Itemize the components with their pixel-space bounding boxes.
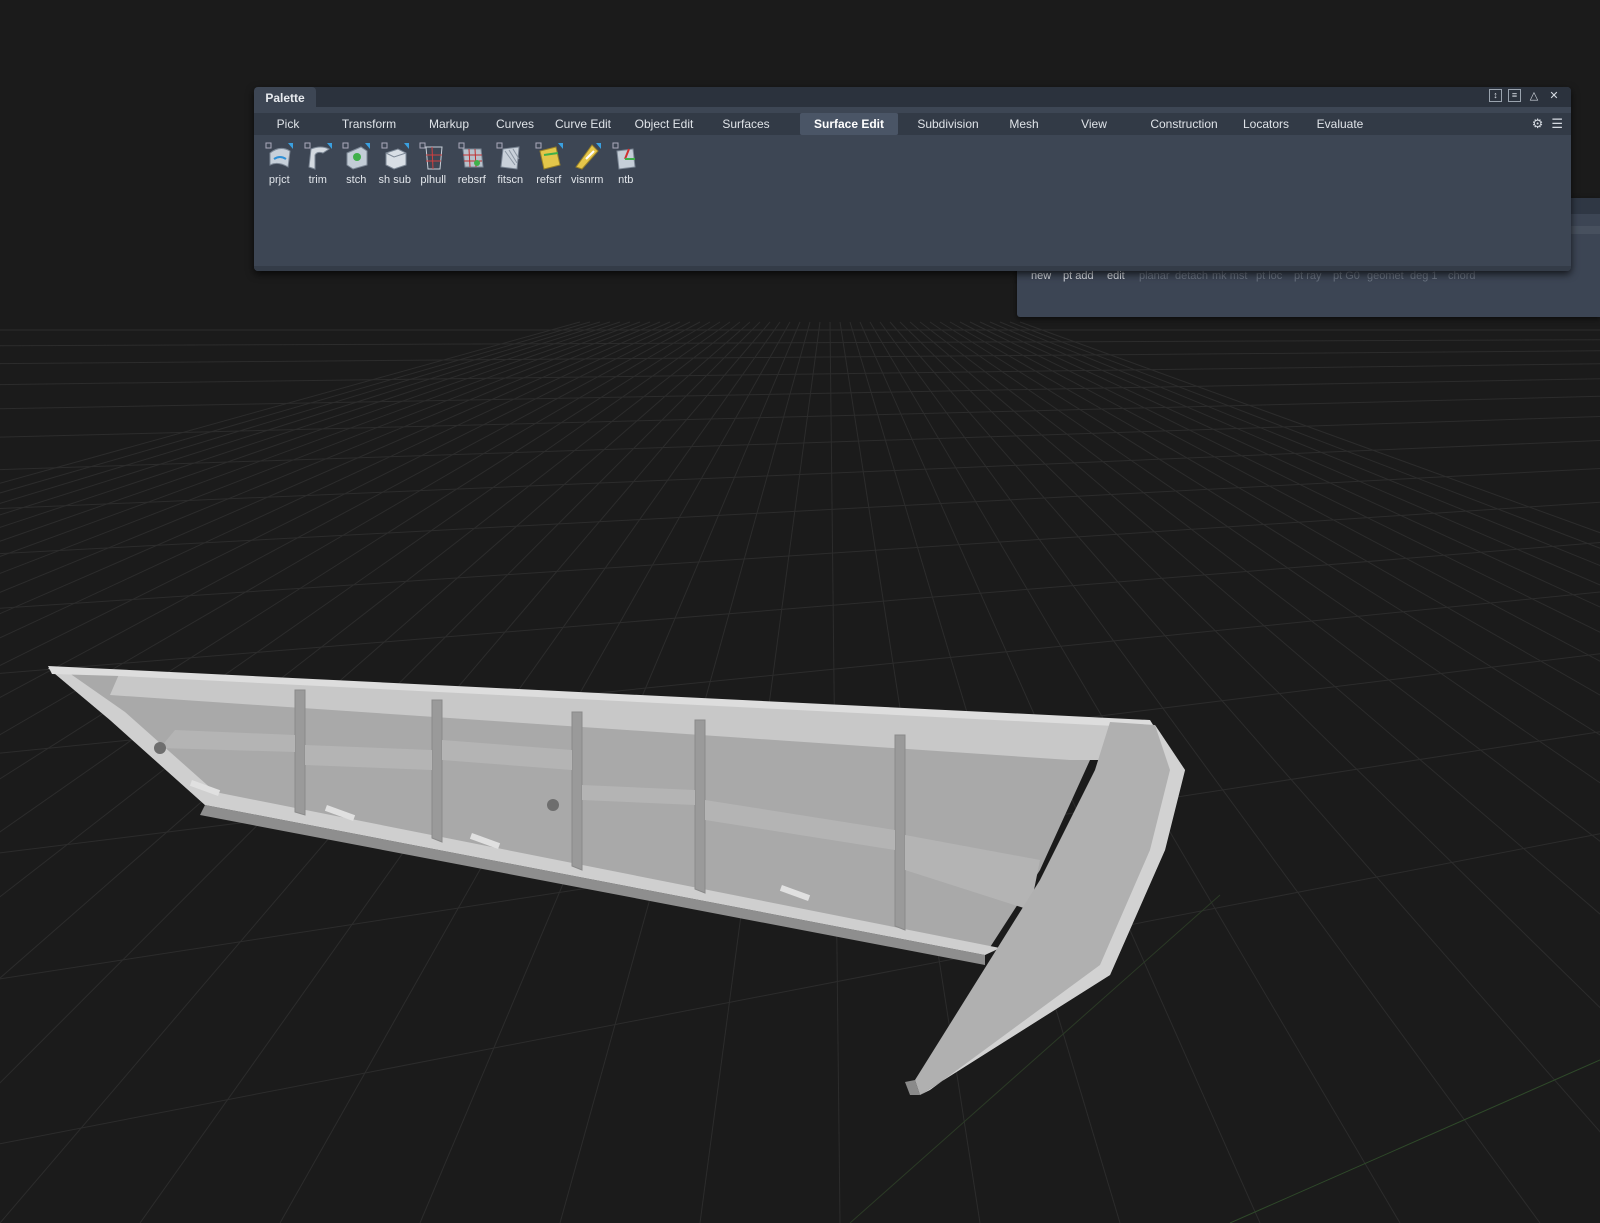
grid-line — [0, 363, 1600, 386]
tool-label: prjct — [268, 174, 290, 186]
collapse-icon[interactable]: △ — [1527, 89, 1541, 103]
tab-transform[interactable]: Transform — [330, 113, 408, 135]
tab-locators[interactable]: Locators — [1234, 113, 1298, 135]
grid-line — [0, 501, 1600, 609]
shell-subtract-icon — [380, 141, 410, 171]
tool-label: sh sub — [378, 174, 411, 186]
tool-label: fitscn — [497, 174, 524, 186]
reference-surface-icon — [534, 141, 564, 171]
tool-ntb[interactable]: ntb — [607, 141, 646, 186]
fit-scan-icon — [495, 141, 525, 171]
visualize-normals-icon — [572, 141, 602, 171]
close-icon[interactable]: ✕ — [1547, 89, 1561, 103]
tool-prjct[interactable]: prjct — [260, 141, 299, 186]
tool-label: stch — [346, 174, 367, 186]
tool-trim[interactable]: trim — [299, 141, 338, 186]
list-icon[interactable]: ≡ — [1508, 89, 1521, 102]
shelf-item[interactable]: mk mst — [1212, 270, 1256, 282]
menu-icon[interactable]: ☰ — [1551, 116, 1563, 132]
tab-curve-edit[interactable]: Curve Edit — [552, 113, 614, 135]
shelf-item[interactable]: pt add — [1063, 270, 1107, 282]
ntb-icon — [611, 141, 641, 171]
shelf-item[interactable]: chord — [1448, 270, 1488, 282]
tool-label: trim — [308, 174, 327, 186]
tool-rebsrf[interactable]: rebsrf — [453, 141, 492, 186]
tool-stch[interactable]: stch — [337, 141, 376, 186]
z-axis-line — [1229, 1059, 1600, 1223]
tool-refsrf[interactable]: refsrf — [530, 141, 569, 186]
tab-construction[interactable]: Construction — [1134, 113, 1234, 135]
tool-label: plhull — [420, 174, 447, 186]
tab-subdivision[interactable]: Subdivision — [908, 113, 988, 135]
tool-label: refsrf — [536, 174, 562, 186]
grid-line — [0, 378, 1600, 410]
shelf-item[interactable]: deg 1 — [1410, 270, 1448, 282]
trim-icon — [303, 141, 333, 171]
tabs-right-controls: ⚙ ☰ — [1532, 116, 1563, 132]
tool-visnrm[interactable]: visnrm — [568, 141, 607, 186]
tab-evaluate[interactable]: Evaluate — [1308, 113, 1372, 135]
tool-label: visnrm — [571, 174, 604, 186]
shelf-item[interactable]: pt ray — [1294, 270, 1333, 282]
shelf-item[interactable]: planar — [1139, 270, 1175, 282]
polyhull-icon — [418, 141, 448, 171]
tool-sh-sub[interactable]: sh sub — [376, 141, 415, 186]
palette-bottom-edge — [254, 266, 1571, 271]
window-controls: ↕ ≡ △ ✕ — [1489, 89, 1561, 103]
tab-mesh[interactable]: Mesh — [1002, 113, 1046, 135]
shelf-item[interactable]: geomet — [1367, 270, 1410, 282]
stitch-icon — [341, 141, 371, 171]
tab-surfaces[interactable]: Surfaces — [716, 113, 776, 135]
grid-line — [0, 415, 1600, 471]
grid-line — [0, 542, 1600, 674]
shelf-item[interactable]: pt G0 — [1333, 270, 1367, 282]
grid-line — [0, 339, 1600, 347]
tab-pick[interactable]: Pick — [262, 113, 314, 135]
tab-surface-edit[interactable]: Surface Edit — [800, 113, 898, 135]
tab-view[interactable]: View — [1074, 113, 1114, 135]
shelf-items: new pt add edit planar detach mk mst pt loc pt … — [1031, 270, 1488, 282]
pin-icon[interactable]: ↕ — [1489, 89, 1502, 102]
palette-titlebar[interactable] — [254, 87, 1571, 107]
spoiler-model[interactable] — [48, 666, 1185, 1095]
tool-label: rebsrf — [457, 174, 486, 186]
tab-curves[interactable]: Curves — [490, 113, 540, 135]
palette-tabs: Pick Transform Markup Curves Curve Edit … — [254, 113, 1571, 135]
shelf-item[interactable]: pt loc — [1256, 270, 1294, 282]
shelf-item[interactable]: detach — [1175, 270, 1212, 282]
tool-plhull[interactable]: plhull — [414, 141, 453, 186]
palette-window[interactable]: Palette ↕ ≡ △ ✕ Pick Transform Markup Cu… — [254, 87, 1571, 271]
settings-gear-icon[interactable]: ⚙ — [1532, 116, 1544, 132]
shelf-item[interactable]: edit — [1107, 270, 1139, 282]
tab-markup[interactable]: Markup — [420, 113, 478, 135]
tool-fitscn[interactable]: fitscn — [491, 141, 530, 186]
tool-label: ntb — [618, 174, 634, 186]
tab-object-edit[interactable]: Object Edit — [628, 113, 700, 135]
project-icon — [264, 141, 294, 171]
tool-shelf: prjct trim stch sh sub plhull rebsrf fit… — [260, 141, 645, 186]
palette-title[interactable]: Palette — [254, 87, 316, 109]
shelf-item[interactable]: new — [1031, 270, 1063, 282]
rebuild-surface-icon — [457, 141, 487, 171]
